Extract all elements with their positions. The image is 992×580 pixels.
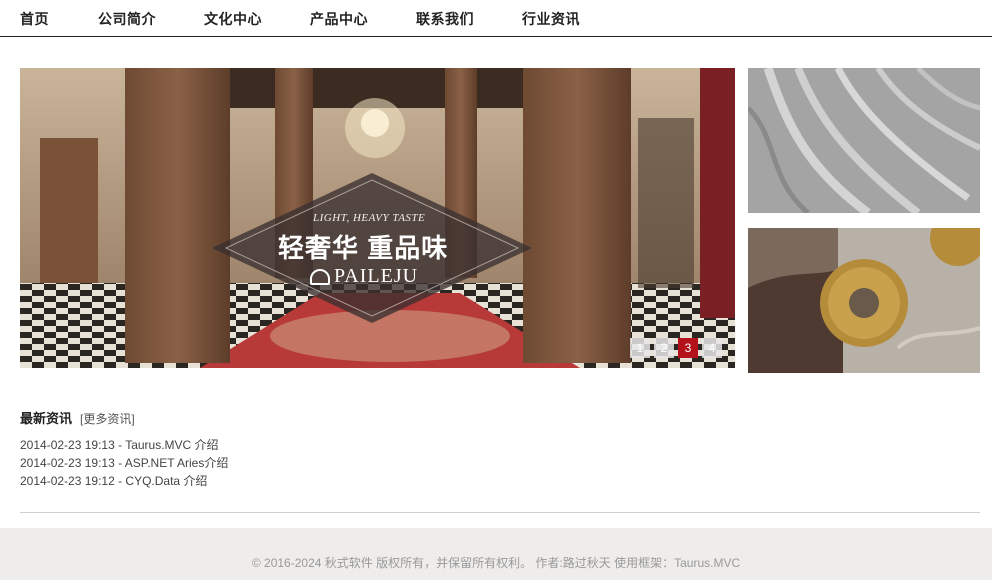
news-item[interactable]: 2014-02-23 19:13 - ASP.NET Aries介绍 [20,454,720,472]
latest-news: 最新资讯 [更多资讯] 2014-02-23 19:13 - Taurus.MV… [20,408,720,490]
jade-ornament-image [748,228,980,373]
banner-slideshow[interactable]: LIGHT, HEAVY TASTE 轻奢华 重品味 PAILEJU 1 2 3… [20,68,735,368]
pager-button-2[interactable]: 2 [654,338,674,358]
nav-item-culture[interactable]: 文化中心 [204,9,262,29]
news-item[interactable]: 2014-02-23 19:12 - CYQ.Data 介绍 [20,472,720,490]
nav-item-products[interactable]: 产品中心 [310,9,368,29]
pager-button-4[interactable]: 4 [702,338,722,358]
news-item[interactable]: 2014-02-23 19:13 - Taurus.MVC 介绍 [20,436,720,454]
more-news-link[interactable]: [更多资讯] [80,410,135,427]
pager-button-3[interactable]: 3 [678,338,698,358]
divider [20,512,980,513]
top-nav: 首页 公司简介 文化中心 产品中心 联系我们 行业资讯 [0,0,992,37]
nav-item-news[interactable]: 行业资讯 [522,9,580,29]
nav-item-home[interactable]: 首页 [20,9,49,29]
banner-tagline: LIGHT, HEAVY TASTE [313,212,426,224]
slideshow-pager: 1 2 3 4 [630,338,722,358]
news-section-title: 最新资讯 [20,411,73,426]
nav-item-contact[interactable]: 联系我们 [416,9,474,29]
banner-brand: PAILEJU [310,265,418,288]
brand-logo-icon [310,268,330,285]
pager-button-1[interactable]: 1 [630,338,650,358]
copyright-text: © 2016-2024 秋式软件 版权所有，并保留所有权利。 作者:路过秋天 使… [251,556,741,570]
nav-item-about[interactable]: 公司简介 [98,9,156,29]
side-image-carving[interactable] [748,68,980,213]
banner-headline: 轻奢华 重品味 [278,233,449,263]
side-image-jade[interactable] [748,228,980,373]
carving-pattern-image [748,68,980,213]
brand-name: PAILEJU [334,265,419,287]
footer: © 2016-2024 秋式软件 版权所有，并保留所有权利。 作者:路过秋天 使… [0,528,992,580]
